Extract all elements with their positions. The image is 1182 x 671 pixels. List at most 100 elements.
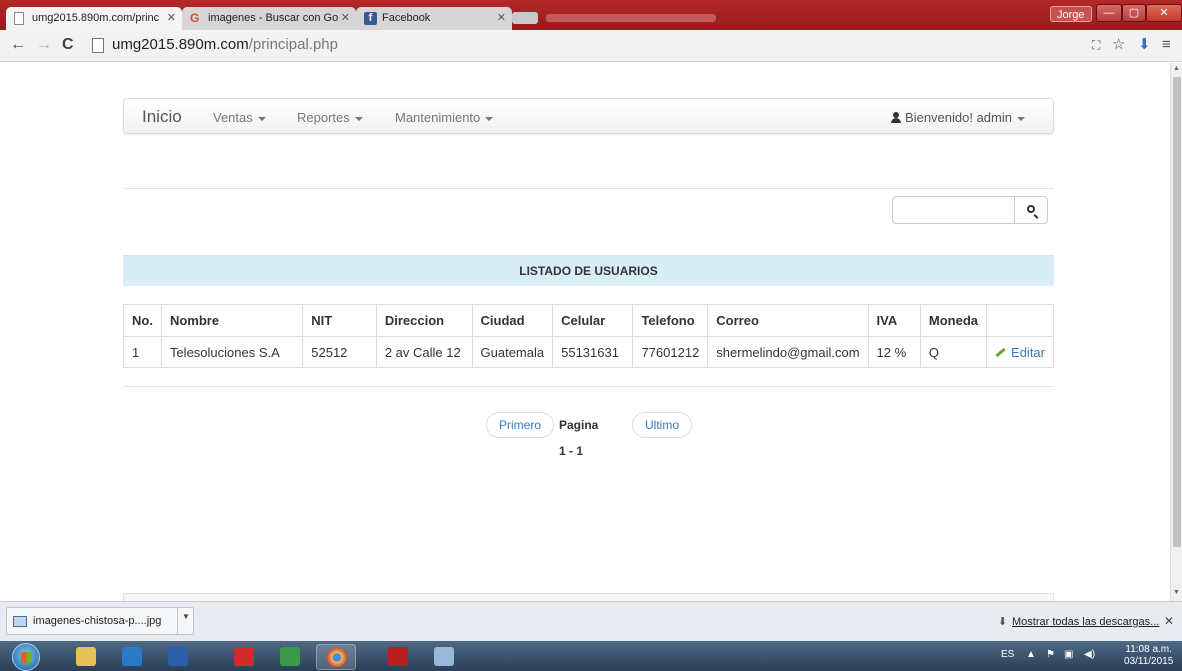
forward-icon[interactable]: → xyxy=(36,35,52,55)
word-taskbar-button[interactable] xyxy=(158,644,198,670)
url-text: umg2015.890m.com/principal.php xyxy=(112,36,338,53)
image-file-icon xyxy=(13,616,27,627)
clock[interactable]: 11:08 a.m. 03/11/2015 xyxy=(1124,644,1173,668)
network-icon[interactable]: ▣ xyxy=(1064,649,1073,660)
brand-link[interactable]: Inicio xyxy=(142,107,182,127)
edit-button[interactable]: Editar xyxy=(995,345,1045,360)
show-all-downloads-link[interactable]: Mostrar todas las descargas... xyxy=(1012,616,1159,628)
cell-nit: 52512 xyxy=(302,336,377,368)
pencil-icon xyxy=(995,347,1006,357)
col-correo: Correo xyxy=(707,304,869,337)
minimize-button[interactable]: — xyxy=(1096,4,1122,22)
main-navbar: Inicio Ventas Reportes Mantenimiento Bie… xyxy=(123,98,1054,134)
search-input[interactable] xyxy=(892,196,1015,224)
col-nombre: Nombre xyxy=(160,304,304,337)
cell-direccion: 2 av Calle 12 xyxy=(375,336,473,368)
caret-down-icon xyxy=(257,116,266,121)
page-icon xyxy=(92,38,104,53)
tab-label: imagenes - Buscar con Go xyxy=(208,12,339,24)
close-icon[interactable]: ✕ xyxy=(341,7,350,30)
facebook-icon: f xyxy=(364,12,377,25)
browser-titlebar: umg2015.890m.com/princ ✕ G imagenes - Bu… xyxy=(0,0,1182,30)
menu-ventas[interactable]: Ventas xyxy=(213,110,266,125)
tab-facebook[interactable]: f Facebook ✕ xyxy=(356,7,512,30)
extension-icon[interactable]: ⬇ xyxy=(1138,36,1151,54)
reload-icon[interactable]: C xyxy=(62,35,74,55)
cell-ciudad: Guatemala xyxy=(471,336,554,368)
table-header-row: No. Nombre NIT Direccion Ciudad Celular … xyxy=(123,304,1054,337)
scroll-down-icon[interactable]: ▼ xyxy=(1173,589,1180,596)
start-button[interactable] xyxy=(12,643,40,671)
listado-heading: LISTADO DE USUARIOS xyxy=(123,255,1054,286)
cell-correo: shermelindo@gmail.com xyxy=(707,336,869,368)
close-icon[interactable]: ✕ xyxy=(497,7,506,30)
col-iva: IVA xyxy=(867,304,921,337)
vertical-scrollbar[interactable]: ▲ ▼ xyxy=(1170,63,1182,601)
blurred-tab xyxy=(512,9,872,27)
first-page-button[interactable]: Primero xyxy=(486,412,555,438)
acrobat-taskbar-button[interactable] xyxy=(224,644,264,670)
col-direccion: Direccion xyxy=(375,304,473,337)
media-player-icon xyxy=(122,647,142,666)
clock-date: 03/11/2015 xyxy=(1124,656,1174,667)
col-telefono: Telefono xyxy=(632,304,709,337)
cell-no: 1 xyxy=(123,336,162,368)
download-item[interactable]: imagenes-chistosa-p....jpg ▼ xyxy=(6,607,194,635)
search-button[interactable] xyxy=(1014,196,1048,224)
user-menu[interactable]: Bienvenido! admin xyxy=(891,110,1025,125)
address-bar[interactable]: umg2015.890m.com/principal.php xyxy=(90,35,1080,57)
cell-iva: 12 % xyxy=(867,336,921,368)
cell-actions: Editar xyxy=(986,336,1054,368)
google-icon: G xyxy=(190,11,200,25)
drive-taskbar-button[interactable] xyxy=(270,644,310,670)
translate-icon[interactable]: ⛶ xyxy=(1092,36,1100,54)
close-icon[interactable]: ✕ xyxy=(167,7,176,30)
menu-mantenimiento[interactable]: Mantenimiento xyxy=(395,110,494,125)
app-taskbar-button[interactable] xyxy=(424,644,464,670)
chrome-taskbar-button[interactable] xyxy=(316,644,356,670)
col-moneda: Moneda xyxy=(919,304,988,337)
table-row: 1 Telesoluciones S.A 52512 2 av Calle 12… xyxy=(123,336,1054,368)
language-indicator[interactable]: ES xyxy=(1001,649,1014,660)
flag-icon[interactable]: ⚑ xyxy=(1046,649,1055,660)
scroll-up-icon[interactable]: ▲ xyxy=(1173,65,1180,72)
close-icon[interactable]: ✕ xyxy=(1164,614,1174,628)
drive-icon xyxy=(280,647,300,666)
col-ciudad: Ciudad xyxy=(471,304,554,337)
maximize-button[interactable]: ▢ xyxy=(1122,4,1146,22)
profile-chip[interactable]: Jorge xyxy=(1050,6,1092,22)
tab-label: umg2015.890m.com/princ xyxy=(32,12,160,24)
back-icon[interactable]: ← xyxy=(10,35,26,55)
volume-icon[interactable]: ◀) xyxy=(1084,649,1095,660)
keyboard-icon xyxy=(434,647,454,666)
chrome-icon xyxy=(327,648,347,667)
browser-toolbar: ← → C umg2015.890m.com/principal.php ⛶ ☆… xyxy=(0,30,1182,62)
windows-taskbar: ES ▲ ⚑ ▣ ◀) 11:08 a.m. 03/11/2015 xyxy=(0,641,1182,671)
search-form xyxy=(892,196,1048,224)
pdf-reader-taskbar-button[interactable] xyxy=(378,644,418,670)
media-player-taskbar-button[interactable] xyxy=(112,644,152,670)
page-icon xyxy=(14,12,24,25)
chevron-down-icon[interactable]: ▼ xyxy=(177,608,194,634)
divider xyxy=(123,188,1054,189)
page-info: Pagina 1 - 1 xyxy=(559,418,599,458)
close-window-button[interactable]: ✕ xyxy=(1146,4,1182,22)
folder-icon xyxy=(76,647,96,666)
pdf-icon xyxy=(388,647,408,666)
show-hidden-icons-icon[interactable]: ▲ xyxy=(1026,649,1036,660)
col-actions xyxy=(986,304,1054,337)
page-viewport: Inicio Ventas Reportes Mantenimiento Bie… xyxy=(0,63,1170,601)
caret-down-icon xyxy=(485,116,494,121)
star-icon[interactable]: ☆ xyxy=(1112,36,1125,54)
cell-nombre: Telesoluciones S.A xyxy=(160,336,304,368)
tab-principal[interactable]: umg2015.890m.com/princ ✕ xyxy=(6,7,182,30)
caret-down-icon xyxy=(1017,116,1025,121)
download-filename: imagenes-chistosa-p....jpg xyxy=(33,615,162,627)
acrobat-icon xyxy=(234,647,254,666)
scrollbar-thumb[interactable] xyxy=(1173,77,1181,547)
last-page-button[interactable]: Ultimo xyxy=(632,412,693,438)
tab-google[interactable]: G imagenes - Buscar con Go ✕ xyxy=(182,7,356,30)
menu-reportes[interactable]: Reportes xyxy=(297,110,363,125)
explorer-taskbar-button[interactable] xyxy=(66,644,106,670)
menu-icon[interactable]: ≡ xyxy=(1162,36,1171,54)
